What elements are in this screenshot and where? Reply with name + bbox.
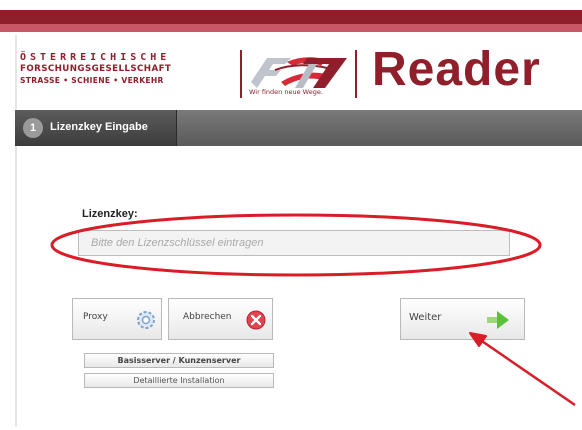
annotation-arrow-line (475, 335, 576, 407)
annotation-arrow-head (469, 332, 487, 347)
annotation-ellipse (50, 213, 542, 277)
annotation-overlay (50, 213, 576, 407)
